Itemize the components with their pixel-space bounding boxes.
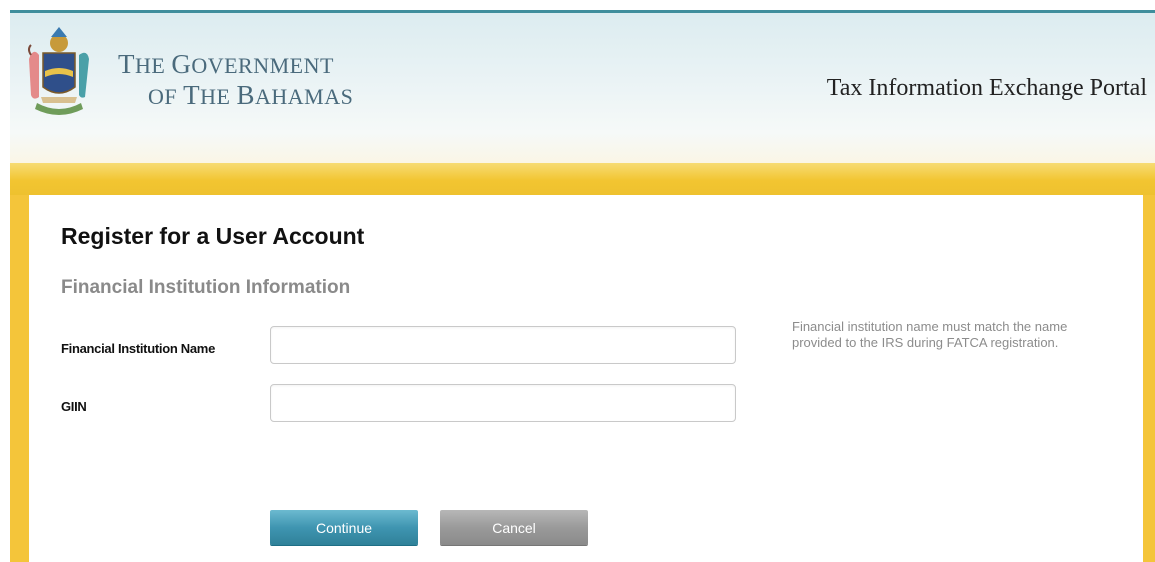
financial-institution-name-input[interactable]: [270, 326, 736, 364]
government-title: THE GOVERNMENT OF THE BAHAMAS: [118, 49, 354, 110]
giin-input[interactable]: [270, 384, 736, 422]
site-header: THE GOVERNMENT OF THE BAHAMAS Tax Inform…: [10, 13, 1155, 163]
header-gold-band: [10, 163, 1155, 195]
coat-of-arms-icon: [28, 27, 89, 115]
help-text: Financial institution name must match th…: [792, 319, 1068, 350]
continue-button[interactable]: Continue: [270, 510, 418, 545]
giin-label: GIIN: [61, 399, 87, 414]
page-title: Register for a User Account: [61, 223, 365, 249]
section-title: Financial Institution Information: [61, 277, 351, 298]
page-frame: THE GOVERNMENT OF THE BAHAMAS Tax Inform…: [10, 10, 1155, 562]
financial-institution-name-label: Financial Institution Name: [61, 341, 215, 356]
cancel-button[interactable]: Cancel: [440, 510, 588, 545]
registration-card: Register for a User Account Financial In…: [29, 195, 1143, 562]
portal-title: Tax Information Exchange Portal: [826, 75, 1147, 101]
